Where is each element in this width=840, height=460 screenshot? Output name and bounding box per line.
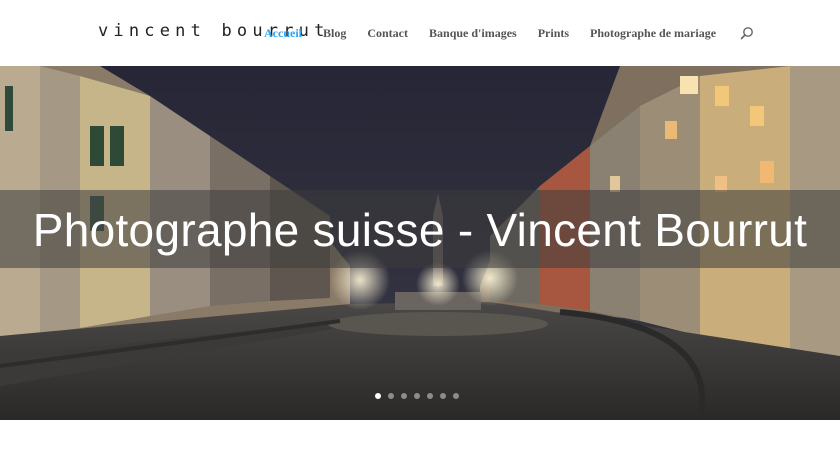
slider-dot[interactable] [375, 393, 381, 399]
site-header: vincent bourrut Accueil Blog Contact Ban… [0, 0, 840, 66]
slider-dot[interactable] [427, 393, 433, 399]
nav-item-blog[interactable]: Blog [323, 26, 346, 42]
search-icon[interactable] [740, 26, 754, 40]
nav-item-prints[interactable]: Prints [538, 26, 569, 42]
slider-dot[interactable] [401, 393, 407, 399]
hero-title: Photographe suisse - Vincent Bourrut [32, 204, 808, 256]
slider-dot[interactable] [453, 393, 459, 399]
nav-item-contact[interactable]: Contact [367, 26, 408, 42]
slider-dot[interactable] [388, 393, 394, 399]
hero-slider: Photographe suisse - Vincent Bourrut [0, 66, 840, 420]
page-body [0, 420, 840, 460]
slider-dot[interactable] [440, 393, 446, 399]
slider-pagination [375, 393, 459, 399]
nav-item-accueil[interactable]: Accueil [264, 26, 302, 42]
nav-item-banque-d-images[interactable]: Banque d'images [429, 26, 517, 42]
main-nav: Accueil Blog Contact Banque d'images Pri… [264, 26, 716, 42]
nav-item-photographe-de-mariage[interactable]: Photographe de mariage [590, 26, 716, 42]
slider-dot[interactable] [414, 393, 420, 399]
